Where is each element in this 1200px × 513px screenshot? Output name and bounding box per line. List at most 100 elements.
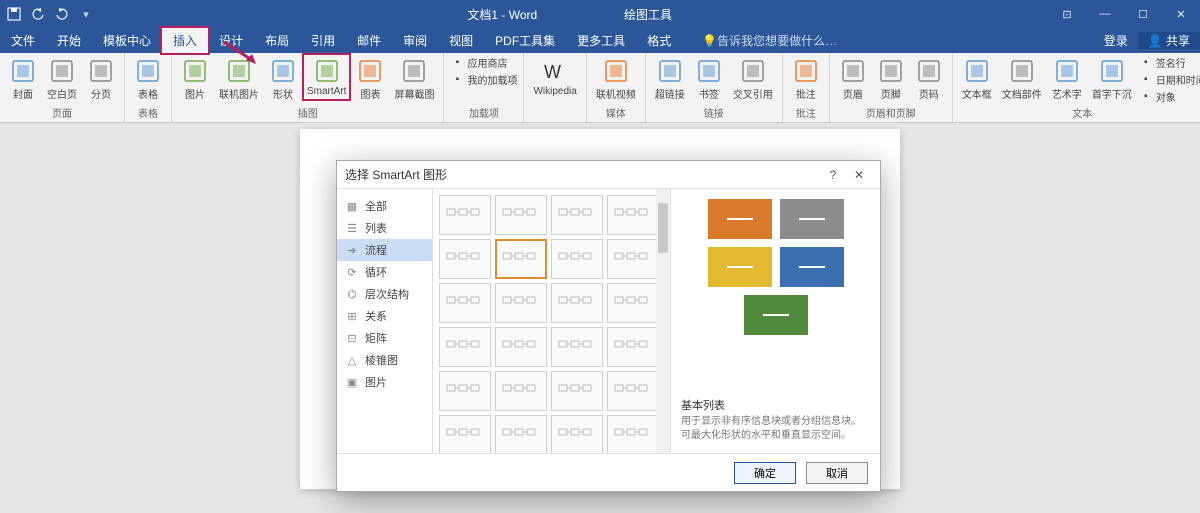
undo-icon[interactable] — [30, 6, 46, 22]
button-label: Wikipedia — [533, 86, 576, 97]
category-棱锥图[interactable]: △棱锥图 — [337, 349, 432, 371]
layout-thumb[interactable] — [439, 371, 491, 411]
layout-thumb[interactable] — [495, 415, 547, 453]
header-button[interactable]: 页眉 — [836, 55, 870, 103]
tab-设计[interactable]: 设计 — [208, 28, 254, 53]
video-button[interactable]: 联机视频 — [593, 55, 639, 103]
category-图片[interactable]: ▣图片 — [337, 371, 432, 393]
category-关系[interactable]: ⊞关系 — [337, 305, 432, 327]
redo-icon[interactable] — [54, 6, 70, 22]
tab-邮件[interactable]: 邮件 — [346, 28, 392, 53]
layout-thumb[interactable] — [607, 415, 659, 453]
online-picture-button[interactable]: 联机图片 — [216, 55, 262, 103]
date-icon: ▪ — [1139, 73, 1153, 87]
tell-me-search[interactable]: 💡 告诉我您想要做什么… — [702, 28, 837, 53]
dropcap-button[interactable]: 首字下沉 — [1089, 55, 1135, 103]
textbox-button[interactable]: 文本框 — [959, 55, 995, 103]
layout-thumb[interactable] — [551, 283, 603, 323]
smartart-button[interactable]: SmartArt — [304, 55, 349, 99]
date-item[interactable]: ▪日期和时间 — [1139, 72, 1200, 87]
layout-thumb[interactable] — [495, 239, 547, 279]
category-矩阵[interactable]: ⊡矩阵 — [337, 327, 432, 349]
qat-dropdown-icon[interactable]: ▾ — [78, 6, 94, 22]
tab-插入[interactable]: 插入 — [162, 28, 208, 53]
category-层次结构[interactable]: ⌬层次结构 — [337, 283, 432, 305]
tab-审阅[interactable]: 审阅 — [392, 28, 438, 53]
tab-格式[interactable]: 格式 — [636, 28, 682, 53]
dialog-titlebar[interactable]: 选择 SmartArt 图形 ? ✕ — [337, 161, 880, 189]
layout-thumb[interactable] — [607, 283, 659, 323]
wordart-button[interactable]: 艺术字 — [1049, 55, 1085, 103]
layout-thumb[interactable] — [495, 195, 547, 235]
layout-thumb[interactable] — [495, 371, 547, 411]
wiki-button[interactable]: WWikipedia — [530, 55, 579, 99]
tab-模板中心[interactable]: 模板中心 — [92, 28, 162, 53]
link-button[interactable]: 超链接 — [652, 55, 688, 103]
category-label: 图片 — [365, 374, 387, 390]
layout-thumb[interactable] — [551, 195, 603, 235]
footer-button[interactable]: 页脚 — [874, 55, 908, 103]
comment-button[interactable]: 批注 — [789, 55, 823, 103]
object-item[interactable]: ▪对象 — [1139, 89, 1200, 104]
parts-button[interactable]: 文档部件 — [999, 55, 1045, 103]
group-label: 批注 — [789, 105, 823, 122]
gallery-scrollbar[interactable] — [656, 189, 670, 453]
pagebreak-button[interactable]: 分页 — [84, 55, 118, 103]
save-icon[interactable] — [6, 6, 22, 22]
layout-gallery[interactable] — [433, 189, 671, 453]
smartart-dialog: 选择 SmartArt 图形 ? ✕ ▦全部☰列表➜流程⟳循环⌬层次结构⊞关系⊡… — [336, 160, 881, 492]
layout-thumb[interactable] — [439, 283, 491, 323]
category-循环[interactable]: ⟳循环 — [337, 261, 432, 283]
category-列表[interactable]: ☰列表 — [337, 217, 432, 239]
layout-thumb[interactable] — [551, 239, 603, 279]
shapes-button[interactable]: 形状 — [266, 55, 300, 103]
cover-button[interactable]: 封面 — [6, 55, 40, 103]
login-link[interactable]: 登录 — [1094, 32, 1138, 49]
tab-视图[interactable]: 视图 — [438, 28, 484, 53]
tab-pdf工具集[interactable]: PDF工具集 — [484, 28, 566, 53]
ribbon-options-icon[interactable]: ⊡ — [1048, 0, 1086, 28]
minimize-icon[interactable]: ― — [1086, 0, 1124, 28]
layout-thumb[interactable] — [607, 239, 659, 279]
layout-thumb[interactable] — [495, 283, 547, 323]
layout-thumb[interactable] — [607, 327, 659, 367]
layout-thumb[interactable] — [551, 415, 603, 453]
dialog-help-icon[interactable]: ? — [820, 168, 846, 182]
store-item[interactable]: ▪应用商店 — [450, 55, 517, 70]
layout-thumb[interactable] — [551, 371, 603, 411]
ok-button[interactable]: 确定 — [734, 462, 796, 484]
pagenum-button[interactable]: 页码 — [912, 55, 946, 103]
dialog-close-icon[interactable]: ✕ — [846, 168, 872, 182]
screenshot-button[interactable]: 屏幕截图 — [391, 55, 437, 103]
chart-button[interactable]: 图表 — [353, 55, 387, 103]
layout-thumb[interactable] — [439, 195, 491, 235]
layout-thumb[interactable] — [495, 327, 547, 367]
category-label: 全部 — [365, 198, 387, 214]
layout-thumb[interactable] — [439, 327, 491, 367]
category-全部[interactable]: ▦全部 — [337, 195, 432, 217]
picture-button[interactable]: 图片 — [178, 55, 212, 103]
layout-thumb[interactable] — [607, 371, 659, 411]
addins-item[interactable]: ▪我的加载项 — [450, 72, 517, 87]
sig-item[interactable]: ▪签名行 — [1139, 55, 1200, 70]
tab-布局[interactable]: 布局 — [254, 28, 300, 53]
bookmark-button[interactable]: 书签 — [692, 55, 726, 103]
layout-thumb[interactable] — [439, 239, 491, 279]
tab-更多工具[interactable]: 更多工具 — [566, 28, 636, 53]
button-label: 超链接 — [655, 86, 685, 101]
layout-thumb[interactable] — [439, 415, 491, 453]
tab-引用[interactable]: 引用 — [300, 28, 346, 53]
maximize-icon[interactable]: ☐ — [1124, 0, 1162, 28]
tab-文件[interactable]: 文件 — [0, 28, 46, 53]
close-icon[interactable]: ✕ — [1162, 0, 1200, 28]
object-icon: ▪ — [1139, 90, 1153, 104]
blank-button[interactable]: 空白页 — [44, 55, 80, 103]
layout-thumb[interactable] — [551, 327, 603, 367]
category-流程[interactable]: ➜流程 — [337, 239, 432, 261]
tab-开始[interactable]: 开始 — [46, 28, 92, 53]
layout-thumb[interactable] — [607, 195, 659, 235]
crossref-button[interactable]: 交叉引用 — [730, 55, 776, 103]
table-button[interactable]: 表格 — [131, 55, 165, 103]
cancel-button[interactable]: 取消 — [806, 462, 868, 484]
share-button[interactable]: 👤 共享 — [1138, 32, 1200, 49]
